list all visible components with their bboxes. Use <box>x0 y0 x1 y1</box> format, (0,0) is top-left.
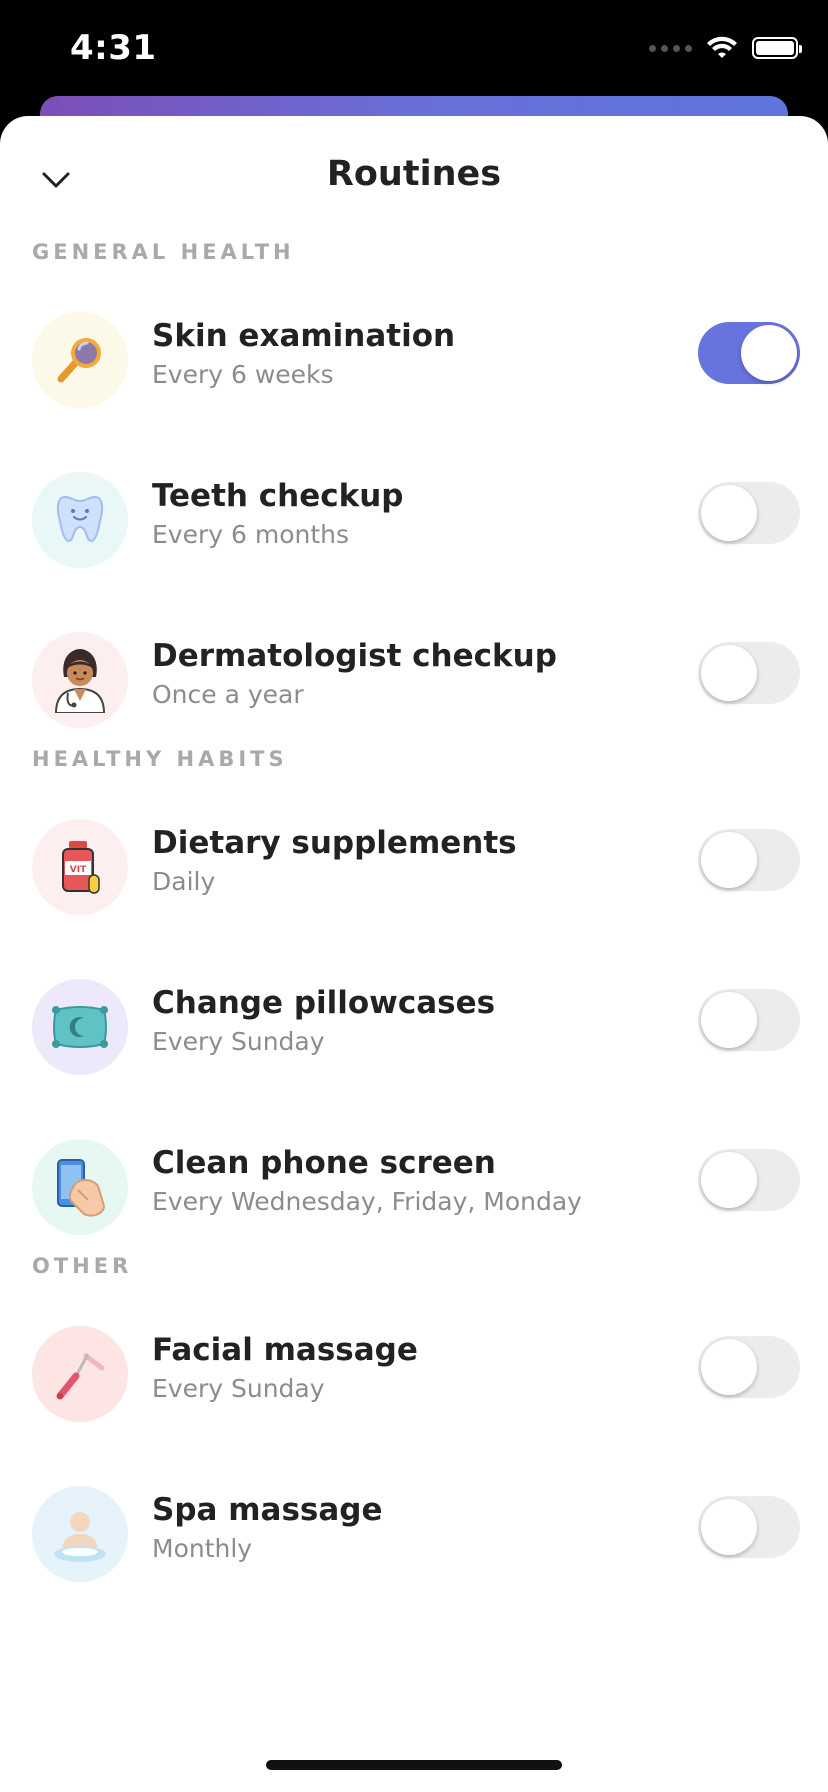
spa-person-icon <box>32 1486 128 1582</box>
status-bar: 4:31 <box>0 0 828 100</box>
battery-icon <box>752 37 802 59</box>
status-time: 4:31 <box>70 28 157 68</box>
vitamin-bottle-icon: VIT <box>32 819 128 915</box>
doctor-icon <box>32 632 128 728</box>
routine-row-change-pillowcases[interactable]: Change pillowcases Every Sunday <box>0 969 828 1079</box>
section-title-other: OTHER <box>32 1254 133 1278</box>
svg-text:VIT: VIT <box>70 865 87 875</box>
routine-title: Facial massage <box>152 1332 418 1368</box>
routine-title: Teeth checkup <box>152 478 404 514</box>
routine-row-dermatologist-checkup[interactable]: Dermatologist checkup Once a year <box>0 622 828 732</box>
routine-toggle[interactable] <box>698 482 800 544</box>
routine-row-skin-examination[interactable]: Skin examination Every 6 weeks <box>0 302 828 412</box>
wifi-icon <box>707 36 737 58</box>
phone-cleaning-icon <box>32 1139 128 1235</box>
routine-row-teeth-checkup[interactable]: Teeth checkup Every 6 months <box>0 462 828 572</box>
routine-frequency: Daily <box>152 867 216 896</box>
sheet-header: Routines <box>0 116 828 236</box>
page-title: Routines <box>326 154 502 194</box>
routine-toggle[interactable] <box>698 989 800 1051</box>
routine-frequency: Every 6 months <box>152 520 350 549</box>
routine-toggle[interactable] <box>698 829 800 891</box>
routine-frequency: Every Sunday <box>152 1374 325 1403</box>
routine-title: Clean phone screen <box>152 1145 496 1181</box>
routine-row-dietary-supplements[interactable]: VIT Dietary supplements Daily <box>0 809 828 919</box>
tooth-icon <box>32 472 128 568</box>
section-title-healthy-habits: HEALTHY HABITS <box>32 747 288 771</box>
routine-frequency: Monthly <box>152 1534 253 1563</box>
pillow-icon <box>32 979 128 1075</box>
routine-toggle[interactable] <box>698 1149 800 1211</box>
routine-toggle[interactable] <box>698 1496 800 1558</box>
routines-sheet: Routines GENERAL HEALTH Skin examination… <box>0 116 828 1792</box>
face-roller-icon <box>32 1326 128 1422</box>
routine-title: Dermatologist checkup <box>152 638 557 674</box>
routine-frequency: Every 6 weeks <box>152 360 334 389</box>
home-indicator <box>266 1760 562 1770</box>
magnifier-icon <box>32 312 128 408</box>
routine-row-clean-phone-screen[interactable]: Clean phone screen Every Wednesday, Frid… <box>0 1129 828 1239</box>
signal-icon <box>649 44 692 52</box>
routine-row-spa-massage[interactable]: Spa massage Monthly <box>0 1476 828 1586</box>
routine-toggle[interactable] <box>698 1336 800 1398</box>
routine-toggle[interactable] <box>698 642 800 704</box>
routine-frequency: Every Wednesday, Friday, Monday <box>152 1187 582 1216</box>
routine-row-facial-massage[interactable]: Facial massage Every Sunday <box>0 1316 828 1426</box>
routine-title: Spa massage <box>152 1492 383 1528</box>
status-icons <box>649 36 802 60</box>
routine-toggle[interactable] <box>698 322 800 384</box>
routine-title: Dietary supplements <box>152 825 517 861</box>
routine-title: Change pillowcases <box>152 985 496 1021</box>
routine-title: Skin examination <box>152 318 456 354</box>
section-title-general-health: GENERAL HEALTH <box>32 240 295 264</box>
routine-frequency: Once a year <box>152 680 304 709</box>
routine-frequency: Every Sunday <box>152 1027 325 1056</box>
